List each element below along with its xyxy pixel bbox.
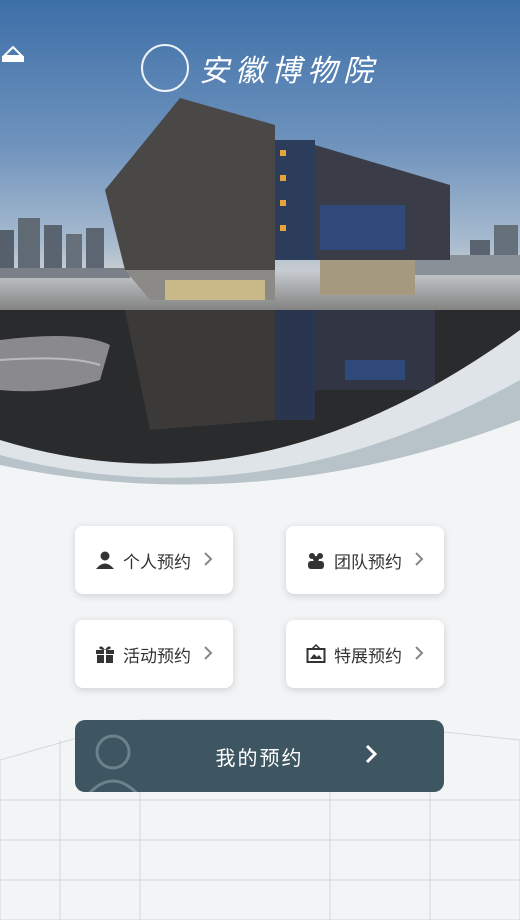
- museum-name: 安徽博物院: [199, 54, 379, 89]
- chevron-right-icon: [414, 551, 424, 570]
- museum-seal-icon: [1, 44, 189, 92]
- chevron-right-icon: [364, 742, 378, 771]
- activity-reservation-button[interactable]: 活动预约: [75, 620, 233, 688]
- user-avatar-icon: [81, 726, 151, 792]
- personal-reservation-label: 个人预约: [123, 552, 191, 573]
- activity-reservation-label: 活动预约: [123, 646, 191, 667]
- gift-icon: [95, 644, 115, 664]
- my-reservation-label: 我的预约: [215, 745, 304, 770]
- exhibition-reservation-label: 特展预约: [334, 646, 402, 667]
- chevron-right-icon: [203, 645, 213, 664]
- personal-reservation-button[interactable]: 个人预约: [75, 526, 233, 594]
- museum-logo: 安徽博物院: [0, 44, 520, 92]
- chevron-right-icon: [414, 645, 424, 664]
- my-reservation-button[interactable]: 我的预约: [75, 720, 444, 792]
- group-icon: [306, 550, 326, 570]
- picture-frame-icon: [306, 644, 326, 664]
- hero-banner: 安徽博物院: [0, 0, 520, 520]
- building-sketch-background: [0, 719, 520, 920]
- chevron-right-icon: [203, 551, 213, 570]
- team-reservation-label: 团队预约: [334, 552, 402, 573]
- team-reservation-button[interactable]: 团队预约: [286, 526, 444, 594]
- person-icon: [95, 550, 115, 570]
- exhibition-reservation-button[interactable]: 特展预约: [286, 620, 444, 688]
